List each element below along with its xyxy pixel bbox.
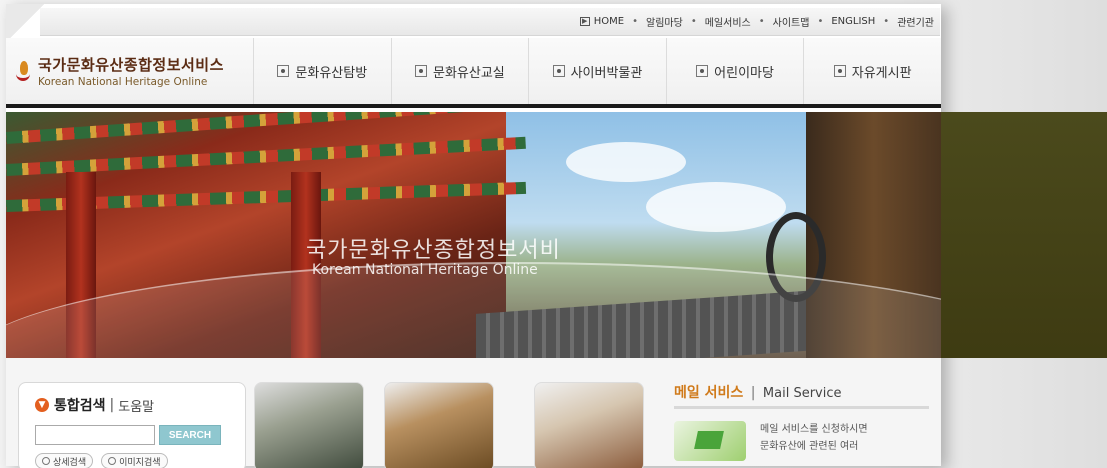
bullet-icon (277, 65, 290, 77)
search-row: SEARCH (35, 425, 229, 445)
separator-dot: • (883, 16, 890, 27)
search-icon: ▼ (35, 398, 49, 412)
mail-service-link[interactable]: 메일서비스 (705, 14, 751, 29)
sitemap-link[interactable]: 사이트맵 (773, 14, 810, 29)
advanced-search-label: 상세검색 (53, 457, 87, 468)
mail-icon[interactable] (674, 421, 746, 461)
cloud-shape (566, 142, 686, 182)
main-nav: 문화유산탐방 문화유산교실 사이버박물관 어린이마당 자유게시판 (254, 38, 941, 104)
search-heading: 통합검색 (54, 398, 106, 414)
thumbnail-ornament[interactable] (384, 382, 494, 468)
thumbnail-seal[interactable] (534, 382, 644, 468)
logo-name-en: Korean National Heritage Online (38, 76, 208, 88)
home-link[interactable]: ▶ HOME (579, 16, 625, 27)
nav-item-label: 사이버박물관 (570, 65, 643, 81)
bullet-icon (696, 65, 709, 77)
mail-text-line: 문화유산에 관련된 여러 (760, 441, 859, 452)
bullet-icon (415, 65, 427, 77)
integrated-search-box: ▼ 통합검색 | 도움말 SEARCH 상세검색 이미지검색 (18, 382, 246, 468)
search-input[interactable] (35, 425, 155, 445)
cloud-shape (646, 182, 786, 232)
image-search-button[interactable]: 이미지검색 (101, 453, 168, 468)
pipe-divider: | (750, 385, 756, 401)
nav-item-label: 자유게시판 (851, 65, 912, 81)
radio-icon (108, 457, 117, 465)
nav-item-label: 문화유산탐방 (295, 65, 368, 81)
radio-icon (42, 457, 50, 465)
nav-item-label: 문화유산교실 (433, 65, 505, 81)
nav-item-kids[interactable]: 어린이마당 (667, 38, 805, 104)
nav-item-cyber-museum[interactable]: 사이버박물관 (529, 38, 667, 104)
mail-service-title: 메일 서비스 | Mail Service (674, 382, 929, 409)
mail-service-panel: 메일 서비스 | Mail Service 메일 서비스를 신청하시면 문화유산… (674, 382, 929, 468)
separator-dot: • (817, 16, 824, 27)
separator-dot: • (758, 16, 765, 27)
notice-link[interactable]: 알림마당 (646, 14, 683, 29)
nav-item-heritage-tour[interactable]: 문화유산탐방 (254, 38, 392, 104)
image-search-label: 이미지검색 (119, 457, 161, 468)
mail-title-ko: 메일 서비스 (674, 385, 744, 401)
mail-description: 메일 서비스를 신청하시면 문화유산에 관련된 여러 (760, 421, 920, 461)
search-button[interactable]: SEARCH (159, 425, 221, 445)
thumbnail-warrior-statue[interactable] (254, 382, 364, 468)
home-link-label: HOME (593, 16, 625, 27)
bullet-icon (552, 65, 565, 77)
mail-text-line: 메일 서비스를 신청하시면 (760, 424, 868, 435)
nav-item-heritage-class[interactable]: 문화유산교실 (392, 38, 530, 104)
home-icon: ▶ (579, 17, 590, 26)
site-logo[interactable]: 국가문화유산종합정보서비스 Korean National Heritage O… (6, 38, 254, 104)
site-header: 국가문화유산종합정보서비스 Korean National Heritage O… (6, 38, 941, 108)
related-orgs-link[interactable]: 관련기관 (897, 14, 934, 29)
help-link[interactable]: 도움말 (118, 396, 154, 415)
search-title: ▼ 통합검색 | 도움말 (35, 395, 229, 415)
nav-item-free-board[interactable]: 자유게시판 (804, 38, 941, 104)
top-utility-bar: ▶ HOME • 알림마당 • 메일서비스 • 사이트맵 • ENGLISH •… (40, 8, 940, 36)
main-content: ▼ 통합검색 | 도움말 SEARCH 상세검색 이미지검색 메일 서비스 | … (6, 358, 941, 468)
flame-base-shape (16, 73, 30, 81)
advanced-search-button[interactable]: 상세검색 (35, 453, 94, 468)
separator-dot: • (632, 16, 638, 27)
mail-service-body: 메일 서비스를 신청하시면 문화유산에 관련된 여러 (674, 421, 929, 461)
hero-banner: 국가문화유산종합정보서비 Korean National Heritage On… (6, 112, 941, 358)
mail-title-en: Mail Service (762, 386, 842, 401)
hero-side-panel (941, 112, 1107, 358)
english-link[interactable]: ENGLISH (831, 16, 875, 27)
hero-title: 국가문화유산종합정보서비 (306, 238, 561, 263)
search-options: 상세검색 이미지검색 (35, 453, 229, 468)
separator-dot: • (690, 16, 697, 27)
logo-text: 국가문화유산종합정보서비스 Korean National Heritage O… (38, 54, 224, 88)
torch-logo-icon (16, 59, 32, 83)
hero-subtitle: Korean National Heritage Online (312, 262, 538, 278)
nav-item-label: 어린이마당 (714, 65, 774, 81)
logo-name-ko: 국가문화유산종합정보서비스 (38, 56, 224, 74)
pipe-divider: | (109, 397, 115, 413)
bullet-icon (833, 65, 846, 77)
